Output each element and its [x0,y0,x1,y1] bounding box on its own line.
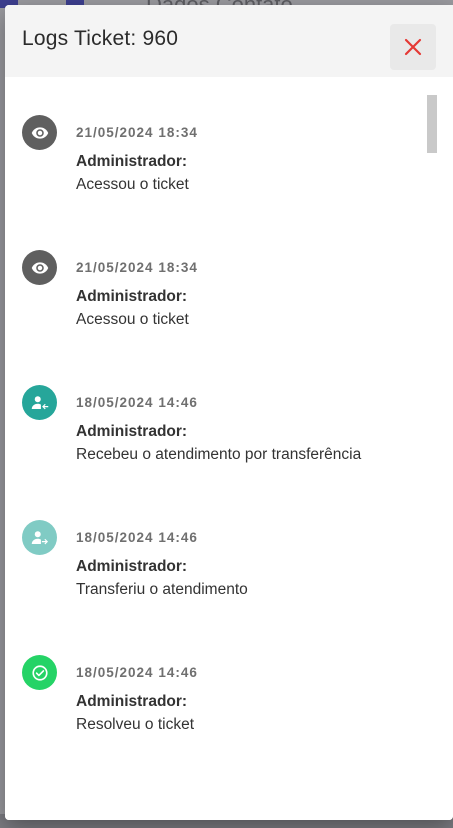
log-user: Administrador: [76,423,188,440]
log-action: Recebeu o atendimento por transferência [76,446,362,463]
log-action: Acessou o ticket [76,311,189,328]
log-timestamp: 18/05/2024 14:46 [76,530,198,545]
person-transfer-icon [31,530,48,544]
log-item: 18/05/2024 14:46 Administrador: Resolveu… [5,655,453,775]
log-item: 18/05/2024 14:46 Administrador: Transfer… [5,520,453,640]
person-received-icon [31,395,48,409]
dialog-title: Logs Ticket: 960 [22,27,179,50]
close-icon [404,38,422,56]
log-avatar [22,250,57,285]
log-user: Administrador: [76,558,188,575]
log-user: Administrador: [76,153,188,170]
log-action: Acessou o ticket [76,176,189,193]
log-avatar [22,520,57,555]
log-user: Administrador: [76,288,188,305]
eye-icon [31,126,48,139]
log-item: 21/05/2024 18:34 Administrador: Acessou … [5,115,453,235]
log-avatar [22,115,57,150]
close-button[interactable] [390,24,436,70]
log-action: Resolveu o ticket [76,716,195,733]
log-action: Transferiu o atendimento [76,581,248,598]
logs-dialog: Logs Ticket: 960 21/05/2024 18:34 Admini… [5,5,453,820]
log-avatar [22,385,57,420]
log-timestamp: 18/05/2024 14:46 [76,665,198,680]
eye-icon [31,261,48,274]
log-timestamp: 21/05/2024 18:34 [76,125,198,140]
log-timestamp: 18/05/2024 14:46 [76,395,198,410]
log-timestamp: 21/05/2024 18:34 [76,260,198,275]
logs-list: 21/05/2024 18:34 Administrador: Acessou … [5,77,453,820]
log-avatar [22,655,57,690]
dialog-header: Logs Ticket: 960 [5,5,453,77]
log-item: 21/05/2024 18:34 Administrador: Acessou … [5,250,453,370]
log-item: 18/05/2024 14:46 Administrador: Recebeu … [5,385,453,505]
log-user: Administrador: [76,693,188,710]
check-circle-icon [31,664,48,681]
